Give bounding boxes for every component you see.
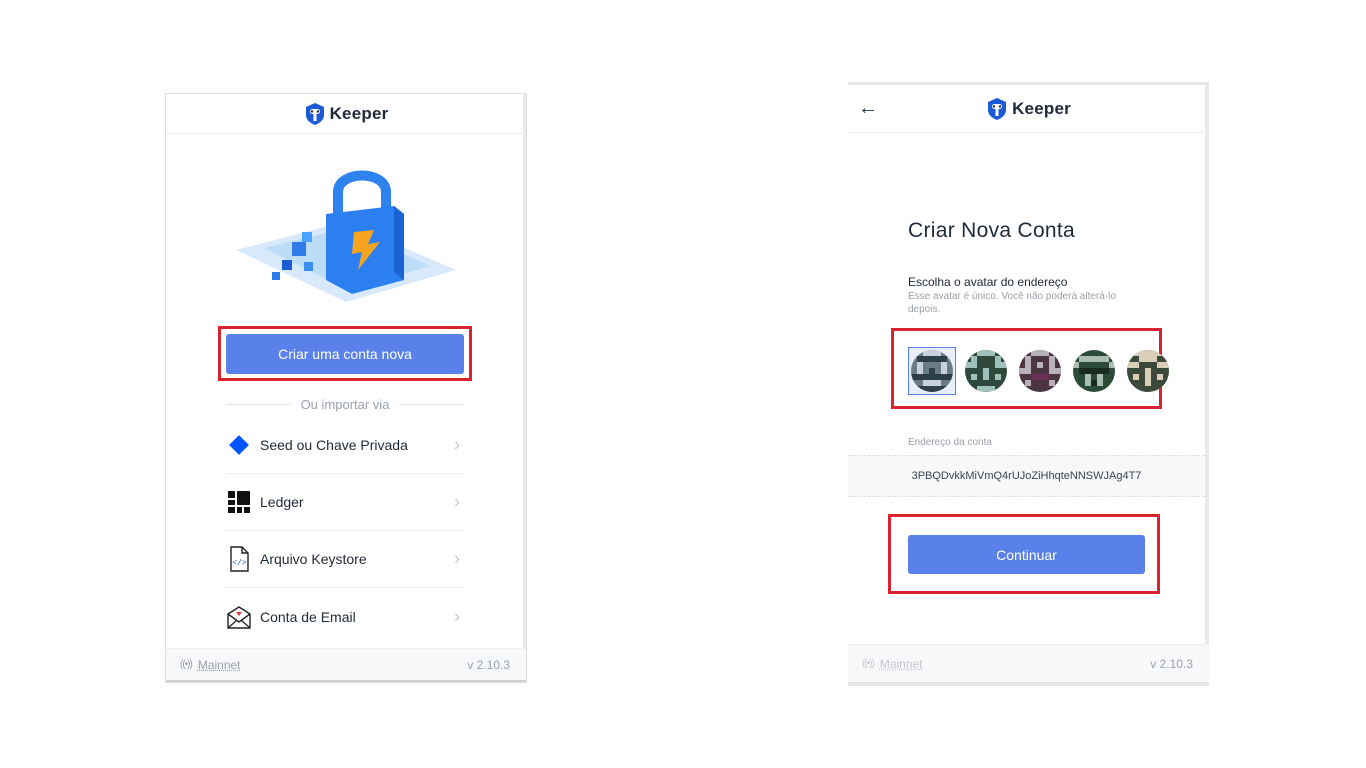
address-label: Endereço da conta: [908, 437, 992, 448]
divider-text: Ou importar via: [300, 396, 390, 412]
email-icon: [226, 604, 252, 630]
version-label: v 2.10.3: [467, 657, 510, 672]
network-signal-icon: ((•)): [180, 659, 193, 670]
avatar-option-selected[interactable]: [908, 347, 956, 395]
import-item-label: Arquivo Keystore: [260, 551, 367, 567]
chevron-right-icon: ›: [454, 548, 460, 569]
import-email-item[interactable]: Conta de Email ›: [226, 588, 464, 645]
svg-text:</>: </>: [232, 559, 247, 568]
version-label: v 2.10.3: [1150, 656, 1193, 671]
avatar-option[interactable]: [1016, 347, 1064, 395]
panel-edge: [1205, 85, 1209, 686]
divider-line: [226, 403, 291, 405]
divider-line: [399, 403, 464, 405]
panel-edge: [848, 682, 1209, 686]
import-options-list: Seed ou Chave Privada › Ledger › </> Arq…: [226, 417, 464, 645]
import-item-label: Seed ou Chave Privada: [260, 437, 408, 453]
avatar-option[interactable]: [962, 347, 1010, 395]
page-title: Criar Nova Conta: [908, 219, 1076, 242]
import-item-label: Conta de Email: [260, 608, 356, 625]
network-selector[interactable]: Mainnet: [880, 657, 923, 671]
network-signal-icon: ((•)): [862, 658, 875, 669]
chevron-right-icon: ›: [454, 606, 460, 626]
panel-edge: [166, 680, 526, 682]
panel-edge: [523, 94, 526, 682]
chevron-right-icon: ›: [454, 434, 460, 455]
header: Keeper: [166, 94, 526, 134]
avatar-identicon: [1019, 350, 1061, 392]
screenshot-stage: Keeper Criar uma conta nova Ou importar …: [0, 0, 1366, 768]
logo-text: Keeper: [1012, 98, 1071, 118]
create-account-button[interactable]: Criar uma conta nova: [226, 334, 464, 374]
import-divider: Ou importar via: [226, 396, 464, 412]
create-account-panel: ← Keeper Criar Nova Conta Escolha o avat…: [848, 82, 1209, 686]
header: ← Keeper: [848, 85, 1209, 133]
footer: ((•)) Mainnet v 2.10.3: [166, 648, 526, 680]
avatar-option[interactable]: [1124, 347, 1172, 395]
avatar-identicon: [1127, 350, 1169, 392]
padlock-illustration: [236, 170, 456, 302]
import-seed-item[interactable]: Seed ou Chave Privada ›: [226, 417, 464, 474]
network-selector[interactable]: Mainnet: [198, 658, 241, 672]
avatar-identicon: [911, 350, 953, 392]
avatar-identicon: [965, 350, 1007, 392]
avatar-description: Esse avatar é único. Você não poderá alt…: [908, 291, 1116, 315]
diamond-icon: [226, 432, 252, 458]
footer: ((•)) Mainnet v 2.10.3: [848, 644, 1209, 682]
logo-text: Keeper: [329, 103, 389, 123]
import-item-label: Ledger: [260, 494, 304, 510]
account-address: 3PBQDvkkMiVmQ4rUJoZiHhqteNNSWJAg4T7: [848, 455, 1205, 497]
import-keystore-item[interactable]: </> Arquivo Keystore ›: [226, 531, 464, 588]
keystore-file-icon: </>: [226, 546, 252, 572]
avatar-picker: [908, 347, 1172, 395]
keeper-logo-icon: [305, 102, 324, 125]
avatar-identicon: [1073, 350, 1115, 392]
avatar-label: Escolha o avatar do endereço: [908, 275, 1068, 289]
ledger-icon: [226, 489, 252, 515]
avatar-option[interactable]: [1070, 347, 1118, 395]
keeper-welcome-panel: Keeper Criar uma conta nova Ou importar …: [165, 93, 527, 683]
keeper-logo-icon: [988, 97, 1007, 120]
chevron-right-icon: ›: [454, 491, 460, 512]
continue-button[interactable]: Continuar: [908, 535, 1145, 574]
back-arrow-icon[interactable]: ←: [858, 97, 878, 120]
import-ledger-item[interactable]: Ledger ›: [226, 474, 464, 531]
